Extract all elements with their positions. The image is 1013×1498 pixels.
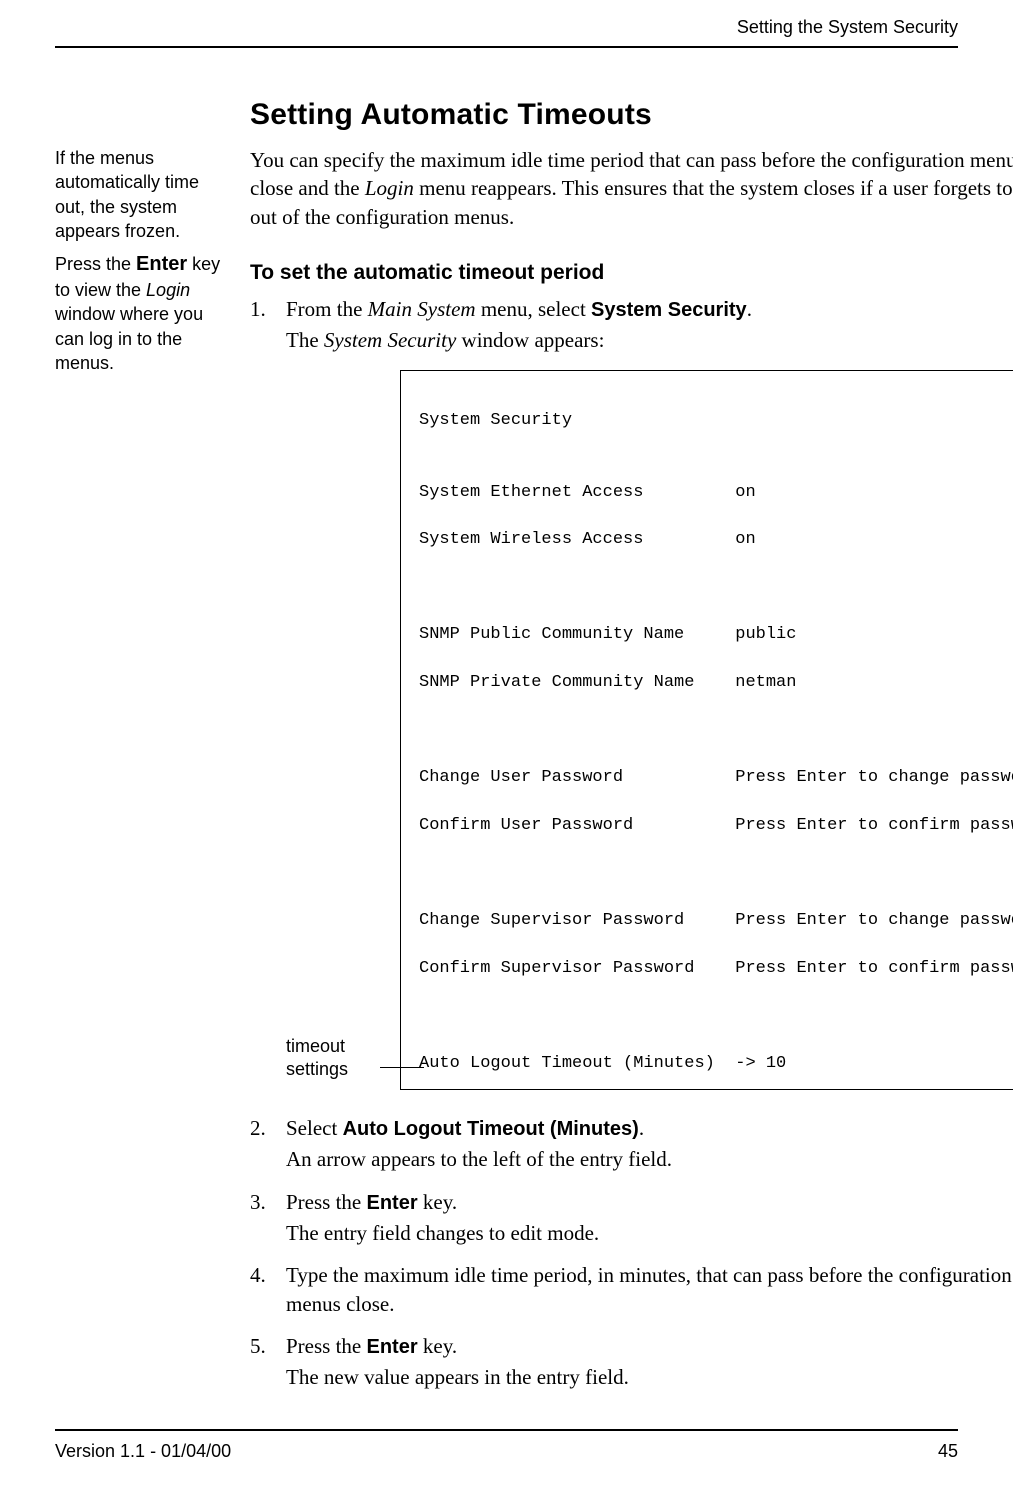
- sidebar-note-p2: Press the Enter key to view the Login wi…: [55, 251, 234, 375]
- terminal-row: System Wireless Access on: [419, 528, 1013, 552]
- text: .: [747, 297, 752, 321]
- terminal-row: Confirm User Password Press Enter to con…: [419, 814, 1013, 838]
- text: From the: [286, 297, 368, 321]
- terminal-row: SNMP Private Community Name netman: [419, 671, 1013, 695]
- terminal-blank: [419, 433, 1013, 457]
- sidebar-note-p1: If the menus automatically time out, the…: [55, 146, 234, 243]
- system-security-label: System Security: [591, 299, 747, 321]
- step-number: 1.: [250, 295, 286, 1100]
- step-5: 5. Press the Enter key. The new value ap…: [250, 1332, 1013, 1391]
- step-2: 2. Select Auto Logout Timeout (Minutes).…: [250, 1114, 1013, 1173]
- login-word: Login: [365, 176, 414, 200]
- text: key.: [418, 1334, 457, 1358]
- step-text: Press the Enter key.: [286, 1188, 1013, 1217]
- terminal-blank: [419, 576, 1013, 600]
- bottom-rule: [55, 1429, 958, 1431]
- running-head: Setting the System Security: [55, 0, 958, 38]
- text: menu, select: [476, 297, 591, 321]
- menu-name: Main System: [368, 297, 476, 321]
- enter-key-label: Enter: [367, 1336, 418, 1358]
- top-rule: [55, 46, 958, 48]
- step-3: 3. Press the Enter key. The entry field …: [250, 1188, 1013, 1247]
- enter-key-label: Enter: [367, 1192, 418, 1214]
- terminal-row: SNMP Public Community Name public: [419, 623, 1013, 647]
- terminal-row: Change Supervisor Password Press Enter t…: [419, 909, 1013, 933]
- sidebar-note: If the menus automatically time out, the…: [55, 146, 250, 1391]
- step-text: Select Auto Logout Timeout (Minutes).: [286, 1114, 1013, 1143]
- text: Press the: [286, 1190, 367, 1214]
- step-result: The entry field changes to edit mode.: [286, 1219, 1013, 1247]
- terminal-row: Change User Password Press Enter to chan…: [419, 766, 1013, 790]
- terminal-box: System Security System Ethernet Access o…: [400, 370, 1013, 1090]
- terminal-blank: [419, 719, 1013, 743]
- step-text: Type the maximum idle time period, in mi…: [286, 1261, 1013, 1318]
- text: key.: [418, 1190, 457, 1214]
- text: Select: [286, 1116, 343, 1140]
- auto-logout-label: Auto Logout Timeout (Minutes): [343, 1118, 639, 1140]
- login-word: Login: [146, 280, 190, 300]
- footer-page-number: 45: [938, 1441, 958, 1462]
- callout-line1: timeout: [286, 1035, 386, 1058]
- text: The: [286, 328, 324, 352]
- terminal-title: System Security: [419, 411, 572, 430]
- text: Press the: [286, 1334, 367, 1358]
- main-content: You can specify the maximum idle time pe…: [250, 146, 1013, 1391]
- terminal-row: System Ethernet Access on: [419, 481, 1013, 505]
- terminal-blank: [419, 1004, 1013, 1028]
- step-result: The new value appears in the entry field…: [286, 1363, 1013, 1391]
- enter-key-label: Enter: [136, 253, 187, 275]
- step-result: The System Security window appears:: [286, 326, 1013, 354]
- step-4: 4. Type the maximum idle time period, in…: [250, 1261, 1013, 1318]
- step-result: An arrow appears to the left of the entr…: [286, 1145, 1013, 1173]
- intro-paragraph: You can specify the maximum idle time pe…: [250, 146, 1013, 231]
- step-number: 3.: [250, 1188, 286, 1247]
- step-text: From the Main System menu, select System…: [286, 295, 1013, 324]
- terminal-row-highlight: Auto Logout Timeout (Minutes) -> 10: [419, 1052, 1013, 1076]
- procedure-steps: 1. From the Main System menu, select Sys…: [250, 295, 1013, 1391]
- step-1: 1. From the Main System menu, select Sys…: [250, 295, 1013, 1100]
- footer-version: Version 1.1 - 01/04/00: [55, 1441, 231, 1462]
- callout-line2: settings: [286, 1058, 386, 1081]
- window-name: System Security: [324, 328, 456, 352]
- text: window where you can log in to the menus…: [55, 304, 203, 373]
- step-number: 4.: [250, 1261, 286, 1318]
- page-footer: Version 1.1 - 01/04/00 45: [0, 1429, 1013, 1462]
- text: Press the: [55, 254, 136, 274]
- callout-label: timeout settings: [286, 1035, 386, 1080]
- text: window appears:: [456, 328, 604, 352]
- procedure-heading: To set the automatic timeout period: [250, 261, 1013, 285]
- terminal-blank: [419, 861, 1013, 885]
- page-title: Setting Automatic Timeouts: [250, 98, 958, 132]
- callout-leader: [380, 1067, 424, 1068]
- step-number: 2.: [250, 1114, 286, 1173]
- terminal-figure: timeout settings System Security System …: [286, 370, 1013, 1090]
- step-text: Press the Enter key.: [286, 1332, 1013, 1361]
- step-number: 5.: [250, 1332, 286, 1391]
- terminal-row: Confirm Supervisor Password Press Enter …: [419, 957, 1013, 981]
- text: .: [639, 1116, 644, 1140]
